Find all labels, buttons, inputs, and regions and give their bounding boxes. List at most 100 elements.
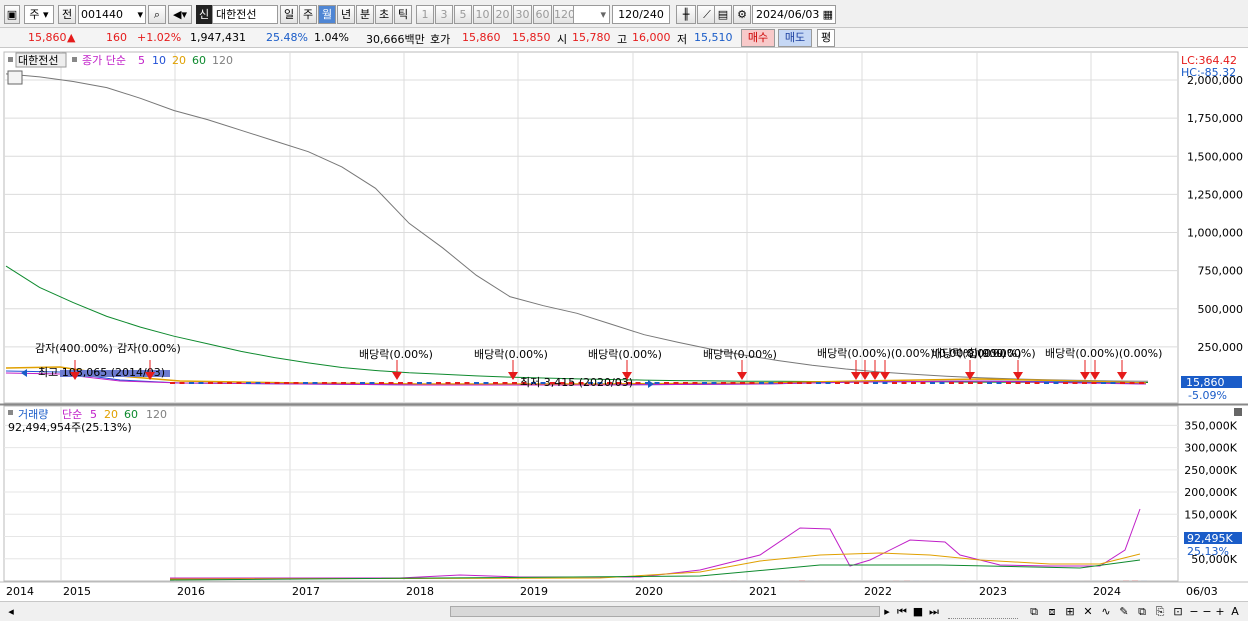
price-candle <box>388 382 394 384</box>
price-candle <box>730 382 736 384</box>
period-tab-6[interactable]: 틱 <box>394 5 412 24</box>
crosshair-icon[interactable]: ✕ <box>1080 604 1096 619</box>
code-type-button[interactable]: 전 <box>58 5 76 24</box>
x-axis-tick: 2014 <box>6 585 34 598</box>
annotation-label: 감자(0.00%) <box>117 342 181 355</box>
price-candle <box>806 382 812 384</box>
price-change-pct: +1.02% <box>137 31 182 44</box>
first-page-icon[interactable]: ⏮ <box>895 604 909 619</box>
calendar-icon[interactable]: ▦ <box>823 6 833 23</box>
code-input[interactable]: 001440 ▾ <box>78 5 146 24</box>
speaker-icon[interactable]: ◀▾ <box>168 5 192 24</box>
legend-ma5: 5 <box>138 54 145 67</box>
split-icon[interactable]: ⧈ <box>1044 604 1060 619</box>
zoom-slider[interactable] <box>948 604 1018 619</box>
interval-button-120[interactable]: 120 <box>553 5 574 24</box>
horizontal-scrollbar[interactable] <box>450 606 880 617</box>
stop-icon[interactable]: ■ <box>911 604 925 619</box>
date-field[interactable]: 2024/06/03 ▦ <box>752 5 836 24</box>
window-menu-icon[interactable]: ▣ <box>4 5 20 24</box>
search-icon[interactable]: ⌕ <box>148 5 166 24</box>
calculator-icon[interactable] <box>7 70 23 85</box>
price-candle <box>483 382 489 384</box>
price-candle <box>683 382 688 384</box>
period-tab-5[interactable]: 초 <box>375 5 393 24</box>
price-candle <box>759 382 764 384</box>
price-candle <box>835 382 840 384</box>
period-tab-4[interactable]: 분 <box>356 5 374 24</box>
grid-icon[interactable]: ⊞ <box>1062 604 1078 619</box>
market-select[interactable]: 주 ▾ <box>24 5 54 24</box>
interval-button-3[interactable]: 3 <box>435 5 453 24</box>
price-candle <box>958 382 964 384</box>
interval-custom-select[interactable]: ▾ <box>570 5 610 24</box>
layout-icon[interactable]: ⧉ <box>1026 604 1042 619</box>
bar-count-field[interactable]: 120/240 <box>612 5 670 24</box>
high-label: 고 <box>617 33 628 46</box>
period-tab-2[interactable]: 월 <box>318 5 336 24</box>
stock-name-field[interactable]: 대한전선 <box>212 5 278 24</box>
interval-button-30[interactable]: 30 <box>513 5 532 24</box>
volume-pane-handle-icon[interactable] <box>8 410 13 415</box>
price-candle <box>901 382 907 384</box>
price-candle <box>702 382 707 384</box>
font-size-icon[interactable]: A <box>1228 604 1242 619</box>
price-candle <box>711 382 717 384</box>
pane-close-icon[interactable] <box>1234 408 1242 416</box>
period-tab-0[interactable]: 일 <box>280 5 298 24</box>
price-candle <box>445 382 451 384</box>
zoom-fit-icon[interactable]: ⊡ <box>1170 604 1186 619</box>
sin-badge: 신 <box>196 5 212 24</box>
export-icon[interactable]: ⎘ <box>1152 604 1168 619</box>
price-candle <box>1101 382 1106 384</box>
interval-button-20[interactable]: 20 <box>493 5 512 24</box>
hc-label: HC:-85.32 <box>1181 66 1236 79</box>
settings-gear-icon[interactable]: ⚙ <box>733 5 751 24</box>
price-candle <box>692 382 698 384</box>
interval-button-1[interactable]: 1 <box>416 5 434 24</box>
price-candle <box>1025 382 1030 384</box>
legend-ma-label: 종가 단순 <box>82 54 126 67</box>
price-candle <box>322 382 327 384</box>
pen-icon[interactable]: ✎ <box>1116 604 1132 619</box>
price-candle <box>265 382 270 384</box>
chart-area[interactable]: 2,000,0001,750,0001,500,0001,250,0001,00… <box>0 50 1248 601</box>
zoom-minus-icon[interactable]: − <box>1201 604 1213 619</box>
annotation-label: 배당락(0.00%) <box>474 348 548 361</box>
buy-button[interactable]: 매수 <box>741 29 775 47</box>
last-page-icon[interactable]: ⏭ <box>927 604 941 619</box>
status-bar: ◂ ▸ ⏮ ■ ⏭ ⧉ ⧈ ⊞ ✕ ∿ ✎ ⧉ ⎘ ⊡ − − + A <box>0 601 1248 621</box>
period-tab-1[interactable]: 주 <box>299 5 317 24</box>
price-y-tick: 500,000 <box>1198 303 1244 316</box>
interval-button-10[interactable]: 10 <box>473 5 492 24</box>
interval-button-60[interactable]: 60 <box>533 5 552 24</box>
price-candle <box>787 382 793 384</box>
period-tab-3[interactable]: 년 <box>337 5 355 24</box>
sell-button[interactable]: 매도 <box>778 29 812 47</box>
market-select-value: 주 <box>29 8 40 21</box>
price-candle <box>1110 382 1116 384</box>
code-dropdown-icon[interactable]: ▾ <box>137 6 143 23</box>
price-candle <box>474 382 479 384</box>
price-candle <box>1129 382 1135 384</box>
candle-type-icon[interactable]: ╫ <box>676 5 696 24</box>
wave-icon[interactable]: ∿ <box>1098 604 1114 619</box>
pane-handle-icon[interactable] <box>8 57 13 62</box>
low-price: 15,510 <box>694 31 733 44</box>
price-candle <box>1006 382 1011 384</box>
save-icon[interactable]: ▤ <box>714 5 732 24</box>
average-button[interactable]: 평 <box>817 29 835 47</box>
x-axis-tick: 2015 <box>63 585 91 598</box>
annotation-label: 합(900.00%) <box>968 347 1036 360</box>
x-axis-tick: 2016 <box>177 585 205 598</box>
price-candle <box>1015 382 1021 384</box>
scroll-left-icon[interactable]: ◂ <box>4 604 18 619</box>
zoom-out-icon[interactable]: − <box>1188 604 1200 619</box>
scroll-right-icon[interactable]: ▸ <box>880 604 894 619</box>
price-candle <box>949 382 954 384</box>
interval-button-5[interactable]: 5 <box>454 5 472 24</box>
copy-icon[interactable]: ⧉ <box>1134 604 1150 619</box>
zoom-in-icon[interactable]: + <box>1214 604 1226 619</box>
price-candle <box>968 382 973 384</box>
hoga-label: 호가 <box>430 33 451 46</box>
